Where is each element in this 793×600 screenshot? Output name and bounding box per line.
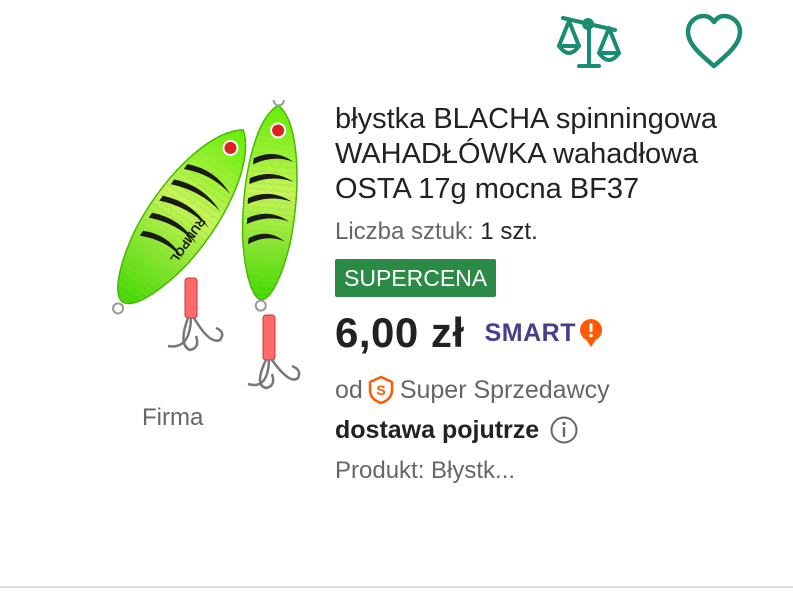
product-title[interactable]: błystka BLACHA spinningowa WAHADŁÓWKA wa… — [335, 102, 775, 207]
quantity-value: 1 szt. — [480, 218, 538, 245]
price-row: 6,00 zł SMART — [335, 305, 775, 361]
brand-label: Firma — [142, 404, 204, 431]
svg-text:S: S — [376, 382, 385, 398]
info-icon[interactable] — [549, 415, 579, 445]
smart-label: SMART — [484, 318, 576, 347]
product-info: błystka BLACHA spinningowa WAHADŁÓWKA wa… — [335, 102, 775, 487]
quantity-label: Liczba sztuk: — [335, 218, 474, 245]
scale-compare-icon — [557, 16, 621, 68]
product-image[interactable]: RUMPOL — [40, 94, 310, 390]
smart-badge: SMART — [485, 318, 604, 348]
product-meta: Produkt: Błystk... — [335, 457, 516, 484]
quantity-row: Liczba sztuk: 1 szt. — [335, 217, 775, 247]
seller-prefix: od — [335, 375, 363, 404]
smart-alert-icon — [579, 319, 602, 347]
price: 6,00 zł — [335, 309, 465, 356]
delivery-row: dostawa pojutrze — [335, 413, 775, 447]
super-seller-icon: S — [368, 375, 394, 405]
favorite-button[interactable] — [680, 10, 748, 74]
compare-button[interactable] — [553, 8, 625, 76]
divider — [0, 586, 793, 588]
heart-icon — [685, 13, 743, 69]
seller-label: Super Sprzedawcy — [399, 375, 610, 404]
supercena-badge: SUPERCENA — [335, 259, 497, 297]
delivery-text: dostawa pojutrze — [335, 416, 540, 444]
seller-row: od S Super Sprzedawcy — [335, 375, 775, 405]
